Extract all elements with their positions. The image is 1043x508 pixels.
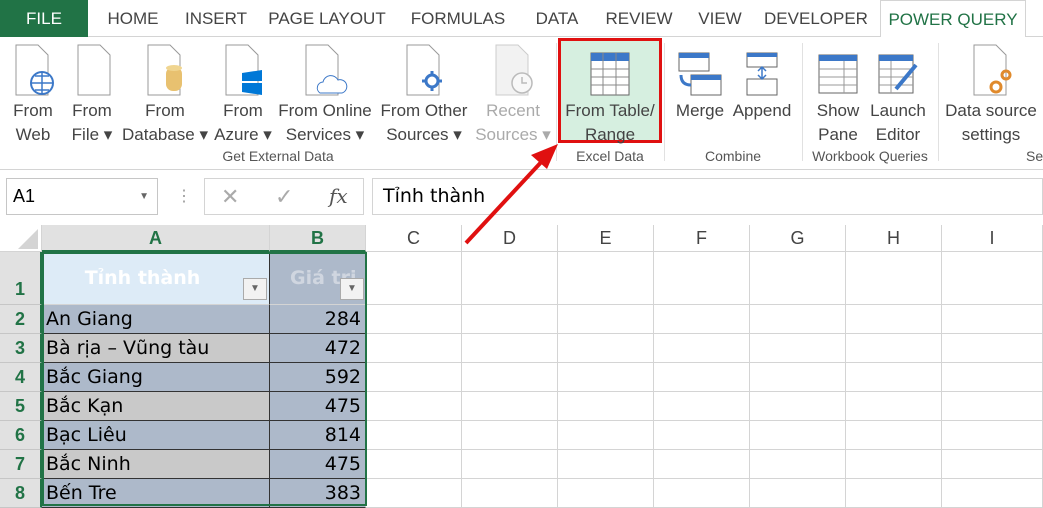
red-arrow-annotation bbox=[464, 144, 558, 245]
